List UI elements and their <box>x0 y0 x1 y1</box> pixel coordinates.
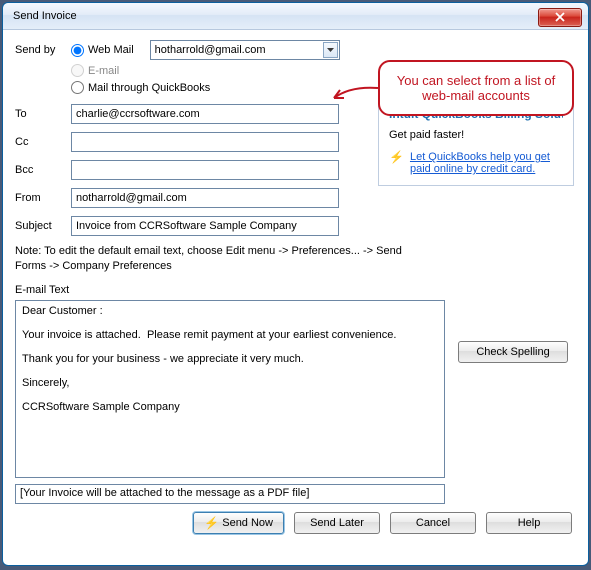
titlebar: Send Invoice <box>3 3 588 30</box>
subject-row: Subject <box>15 216 576 236</box>
cc-input[interactable] <box>71 132 339 152</box>
webmail-account-dropdown-button[interactable] <box>323 42 338 58</box>
cc-label: Cc <box>15 136 71 148</box>
annotation-callout: You can select from a list of web-mail a… <box>378 60 574 116</box>
radio-mail-quickbooks[interactable]: Mail through QuickBooks <box>71 81 210 94</box>
subject-label: Subject <box>15 220 71 232</box>
email-text-label: E-mail Text <box>15 284 576 296</box>
chevron-down-icon <box>327 48 334 52</box>
radio-web-mail[interactable]: Web Mail <box>71 44 134 57</box>
button-row: ⚡ Send Now Send Later Cancel Help <box>15 512 576 534</box>
help-label: Help <box>518 517 541 529</box>
dialog-window: Send Invoice Send by Web Mail <box>2 2 589 566</box>
attachment-note: [Your Invoice will be attached to the me… <box>15 484 445 504</box>
window-title: Send Invoice <box>13 10 538 22</box>
radio-email-input <box>71 64 84 77</box>
radio-mail-quickbooks-input[interactable] <box>71 81 84 94</box>
billing-panel-subheader: Get paid faster! <box>389 129 563 141</box>
billing-panel-link[interactable]: Let QuickBooks help you get paid online … <box>410 151 563 175</box>
bcc-label: Bcc <box>15 164 71 176</box>
bcc-input[interactable] <box>71 160 339 180</box>
radio-mail-quickbooks-label: Mail through QuickBooks <box>88 82 210 94</box>
bolt-icon: ⚡ <box>389 151 404 163</box>
radio-web-mail-input[interactable] <box>71 44 84 57</box>
send-by-row: Send by Web Mail <box>15 40 576 60</box>
help-button[interactable]: Help <box>486 512 572 534</box>
send-by-label: Send by <box>15 44 71 56</box>
send-later-button[interactable]: Send Later <box>294 512 380 534</box>
cancel-label: Cancel <box>416 517 450 529</box>
radio-web-mail-label: Web Mail <box>88 44 134 56</box>
dialog-content: Send by Web Mail E-mail <box>3 30 588 565</box>
bolt-icon: ⚡ <box>204 517 219 529</box>
callout-arrow <box>330 80 378 104</box>
check-spelling-button[interactable]: Check Spelling <box>458 341 568 363</box>
send-now-button[interactable]: ⚡ Send Now <box>193 512 284 534</box>
close-button[interactable] <box>538 8 582 27</box>
webmail-account-combo[interactable] <box>150 40 340 60</box>
to-label: To <box>15 108 71 120</box>
radio-email: E-mail <box>71 64 119 77</box>
from-label: From <box>15 192 71 204</box>
radio-email-label: E-mail <box>88 65 119 77</box>
close-icon <box>554 12 566 22</box>
preferences-note: Note: To edit the default email text, ch… <box>15 244 435 274</box>
to-input[interactable] <box>71 104 339 124</box>
from-input[interactable] <box>71 188 339 208</box>
email-text-area[interactable]: Dear Customer : Your invoice is attached… <box>15 300 445 478</box>
send-later-label: Send Later <box>310 517 364 529</box>
send-now-label: Send Now <box>222 517 273 529</box>
from-row: From <box>15 188 576 208</box>
subject-input[interactable] <box>71 216 339 236</box>
check-spelling-label: Check Spelling <box>476 346 549 358</box>
cancel-button[interactable]: Cancel <box>390 512 476 534</box>
webmail-account-input[interactable] <box>150 40 340 60</box>
